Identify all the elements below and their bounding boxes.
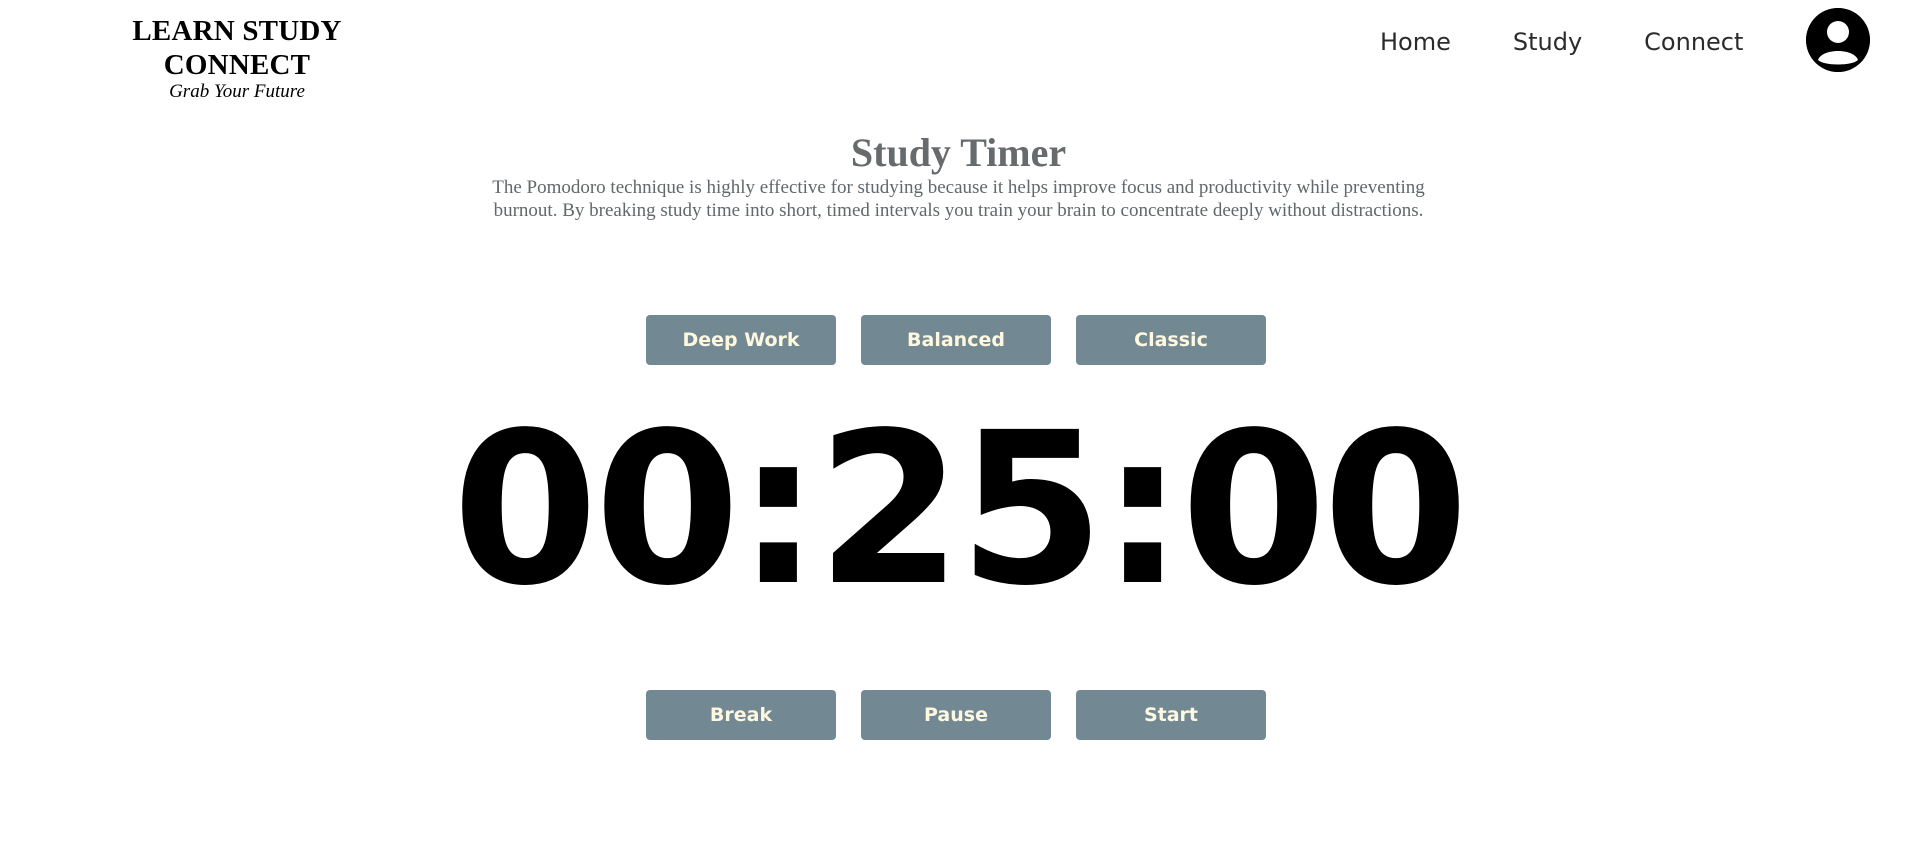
- timer-display: 00:25:00: [452, 387, 1469, 632]
- preset-classic-button[interactable]: Classic: [1076, 315, 1266, 365]
- nav-link-home[interactable]: Home: [1380, 28, 1451, 56]
- brand-title: LEARN STUDY CONNECT: [132, 15, 342, 81]
- user-avatar-icon[interactable]: [1806, 8, 1870, 72]
- timer-controls: Break Pause Start: [646, 690, 1266, 740]
- site-header: LEARN STUDY CONNECT Grab Your Future Hom…: [0, 0, 1917, 102]
- break-button[interactable]: Break: [646, 690, 836, 740]
- page-title: Study Timer: [850, 130, 1067, 175]
- nav-link-connect[interactable]: Connect: [1644, 28, 1743, 56]
- pause-button[interactable]: Pause: [861, 690, 1051, 740]
- brand-logo[interactable]: LEARN STUDY CONNECT Grab Your Future: [62, 14, 412, 102]
- timer-intro: Study Timer The Pomodoro technique is hi…: [0, 130, 1917, 222]
- main-nav: Home Study Connect: [1380, 22, 1805, 62]
- brand-tagline: Grab Your Future: [169, 81, 305, 102]
- nav-link-study[interactable]: Study: [1513, 28, 1582, 56]
- preset-buttons: Deep Work Balanced Classic: [646, 315, 1266, 365]
- start-button[interactable]: Start: [1076, 690, 1266, 740]
- preset-deep-work-button[interactable]: Deep Work: [646, 315, 836, 365]
- page-description: The Pomodoro technique is highly effecti…: [492, 177, 1425, 221]
- preset-balanced-button[interactable]: Balanced: [861, 315, 1051, 365]
